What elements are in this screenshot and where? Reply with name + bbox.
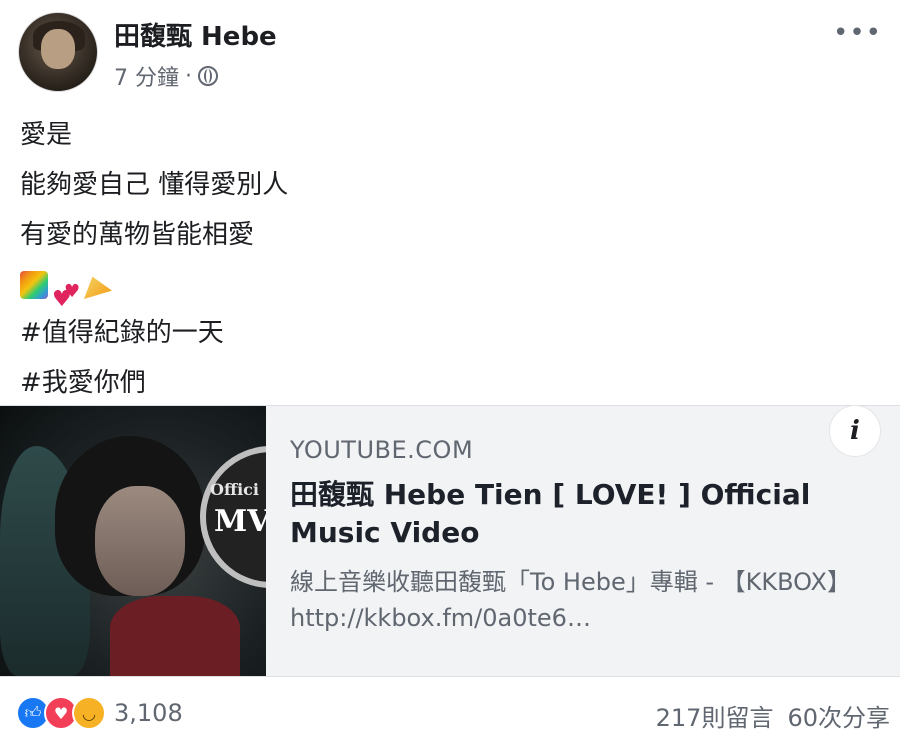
- thumbnail-clothing: [110, 596, 240, 676]
- post-stats: 217則留言 60次分享: [656, 698, 890, 733]
- post-time[interactable]: 7 分鐘: [114, 60, 179, 92]
- shares-count[interactable]: 60次分享: [787, 698, 890, 733]
- post-footer: 👍︎ ♥ ◡ 3,108 217則留言 60次分享: [0, 690, 900, 738]
- link-info: YOUTUBE.COM 田馥甄 Hebe Tien [ LOVE! ] Offi…: [290, 436, 880, 636]
- post-line: 愛是: [20, 120, 73, 150]
- comments-count[interactable]: 217則留言: [656, 698, 774, 733]
- rainbow-icon: [20, 271, 48, 299]
- post-meta: 7 分鐘 ·: [114, 60, 218, 92]
- reactions-summary[interactable]: 👍︎ ♥ ◡ 3,108: [16, 696, 183, 730]
- link-description: 線上音樂收聽田馥甄「To Hebe」專輯 - 【KKBOX】http://kkb…: [290, 568, 851, 632]
- info-icon[interactable]: i: [830, 406, 880, 456]
- post-text: 愛是 能夠愛自己 懂得愛別人 有愛的萬物皆能相愛 ♥ ♥ #值得紀錄的一天 #我…: [20, 110, 289, 398]
- link-domain: YOUTUBE.COM: [290, 436, 474, 464]
- meta-separator: ·: [185, 63, 192, 89]
- thumbnail-badge-mv: MV: [214, 504, 266, 539]
- reaction-count[interactable]: 3,108: [114, 699, 183, 727]
- more-options-icon[interactable]: •••: [833, 18, 882, 48]
- party-popper-icon: [84, 276, 112, 299]
- link-title[interactable]: 田馥甄 Hebe Tien [ LOVE! ] Official Music V…: [290, 476, 880, 552]
- avatar[interactable]: [18, 12, 98, 92]
- author-name[interactable]: 田馥甄 Hebe: [114, 16, 277, 53]
- globe-icon[interactable]: [198, 66, 218, 86]
- thumbnail-face: [95, 486, 185, 596]
- post-line: 能夠愛自己 懂得愛別人: [20, 170, 289, 200]
- thumbnail-badge-text: Offici: [210, 480, 259, 499]
- post-line: 有愛的萬物皆能相愛: [20, 220, 255, 250]
- post-header: 田馥甄 Hebe 7 分鐘 · •••: [18, 10, 882, 94]
- link-preview-card[interactable]: Offici MV YOUTUBE.COM 田馥甄 Hebe Tien [ LO…: [0, 405, 900, 677]
- two-hearts-icon: ♥ ♥: [52, 281, 81, 312]
- emoji-row: ♥ ♥: [20, 260, 288, 312]
- avatar-face: [41, 29, 75, 69]
- video-thumbnail[interactable]: Offici MV: [0, 406, 266, 676]
- haha-reaction-icon: ◡: [72, 696, 106, 730]
